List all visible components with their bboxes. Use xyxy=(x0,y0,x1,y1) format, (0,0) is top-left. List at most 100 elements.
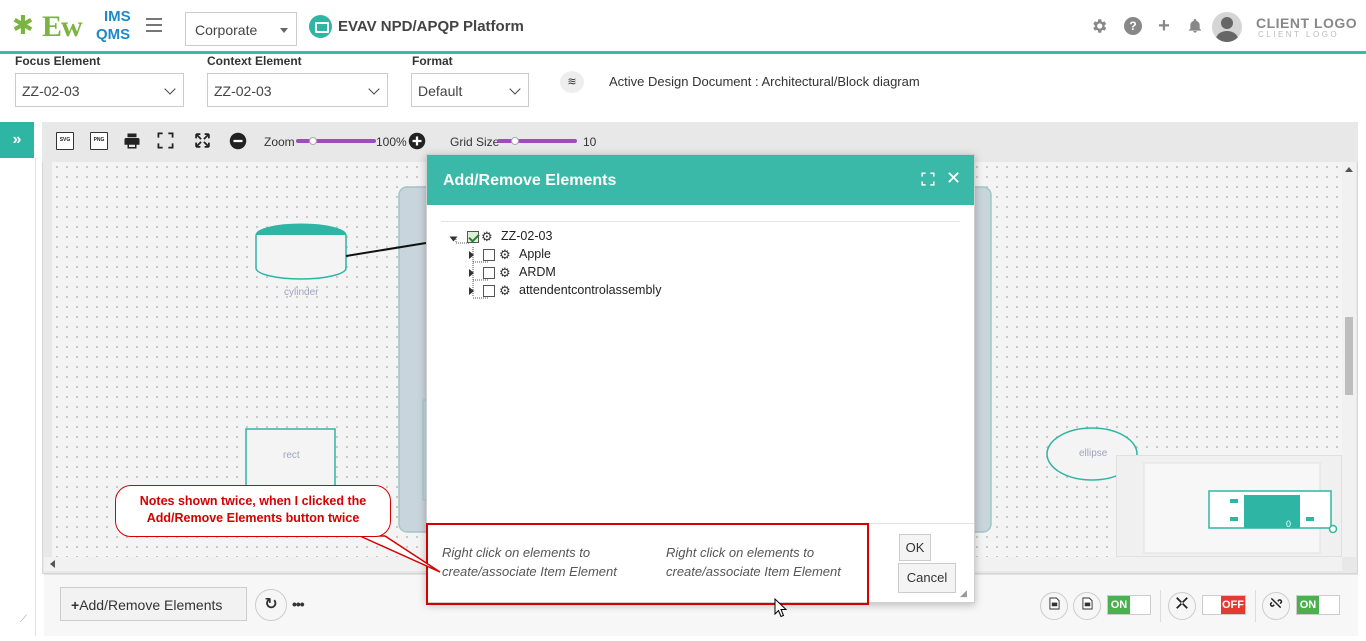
chevron-down-icon xyxy=(368,83,380,95)
tree-node-checkbox[interactable] xyxy=(483,285,495,297)
organization-select[interactable]: Corporate xyxy=(185,12,297,46)
tree-node-label: attendentcontrolassembly xyxy=(519,283,662,297)
gear-icon[interactable] xyxy=(1090,17,1108,35)
bell-icon[interactable] xyxy=(1186,17,1204,35)
resize-handle-icon[interactable]: ⟋ xyxy=(20,614,27,625)
tree-node-checkbox[interactable] xyxy=(467,231,479,243)
refresh-icon[interactable]: ↻ xyxy=(255,589,287,621)
context-element-value: ZZ-02-03 xyxy=(214,83,272,99)
sidebar-expand-button[interactable]: » xyxy=(0,122,34,158)
vertical-scroll-thumb[interactable] xyxy=(1345,317,1353,395)
maximize-icon[interactable] xyxy=(921,172,935,186)
tree-expand-icon[interactable] xyxy=(469,287,474,295)
dialog-title: Add/Remove Elements xyxy=(443,172,617,189)
toggle-1[interactable]: ON xyxy=(1107,595,1151,615)
footer-divider xyxy=(1160,590,1161,622)
minimap-resize-handle[interactable] xyxy=(1328,524,1338,534)
organization-select-value: Corporate xyxy=(195,22,258,38)
unlink-icon[interactable] xyxy=(1262,592,1290,620)
tree-expand-icon[interactable] xyxy=(469,269,474,277)
tree-expand-icon[interactable] xyxy=(469,251,474,259)
format-dropdown[interactable]: Default xyxy=(411,73,529,107)
fit-screen-icon[interactable] xyxy=(157,132,175,150)
annotation-callout: Notes shown twice, when I clicked the Ad… xyxy=(115,485,391,537)
grid-size-value: 10 xyxy=(583,135,597,149)
annotation-highlight-box xyxy=(426,523,869,605)
toggle-1-state: ON xyxy=(1108,596,1130,614)
tree-node-label: ARDM xyxy=(519,265,556,279)
rect-label: rect xyxy=(283,450,300,461)
expand-icon[interactable] xyxy=(194,132,212,150)
tree-node-checkbox[interactable] xyxy=(483,267,495,279)
export-doc-icon[interactable] xyxy=(1040,592,1068,620)
menu-hamburger-icon[interactable] xyxy=(146,18,162,32)
focus-element-value: ZZ-02-03 xyxy=(22,83,80,99)
client-logo-subtext: CLIENT LOGO xyxy=(1258,30,1340,39)
flower-logo-icon: ✱ xyxy=(12,10,34,40)
format-label: Format xyxy=(412,54,453,68)
element-tree xyxy=(441,221,960,222)
minimap-value: 0 xyxy=(1286,519,1292,529)
logo-ims-text: IMS xyxy=(104,8,131,25)
chevron-down-icon xyxy=(164,83,176,95)
monitor-icon xyxy=(309,15,332,38)
vertical-scrollbar[interactable] xyxy=(1342,162,1356,557)
toggle-3-state: ON xyxy=(1297,596,1319,614)
tree-node-checkbox[interactable] xyxy=(483,249,495,261)
print-icon[interactable] xyxy=(123,132,141,150)
plus-icon: + xyxy=(71,597,80,613)
import-doc-icon[interactable] xyxy=(1073,592,1101,620)
zoom-slider-handle[interactable] xyxy=(309,137,317,145)
gears-icon: ⚙ xyxy=(499,283,511,298)
mouse-cursor-icon xyxy=(774,598,788,618)
grid-size-slider-handle[interactable] xyxy=(511,137,519,145)
client-logo: CLIENT LOGO xyxy=(1256,15,1358,31)
zoom-slider[interactable] xyxy=(296,139,376,143)
zoom-out-icon[interactable] xyxy=(229,132,247,150)
app-logo[interactable]: ✱ Ew IMS QMS xyxy=(12,6,132,46)
zoom-value: 100% xyxy=(376,135,407,149)
resize-grip-icon[interactable]: ◢ xyxy=(960,588,967,599)
platform-title: EVAV NPD/APQP Platform xyxy=(338,18,524,35)
chevron-down-icon xyxy=(509,83,521,95)
context-element-dropdown[interactable]: ZZ-02-03 xyxy=(207,73,388,107)
more-options-icon[interactable]: ••• xyxy=(292,596,305,612)
focus-element-dropdown[interactable]: ZZ-02-03 xyxy=(15,73,184,107)
cylinder-body[interactable] xyxy=(255,235,347,280)
tools-icon[interactable] xyxy=(1168,592,1196,620)
tree-collapse-icon[interactable] xyxy=(449,236,458,242)
close-icon[interactable]: ✕ xyxy=(946,168,961,189)
toggle-2-state: OFF xyxy=(1221,596,1245,614)
png-export-icon[interactable]: PNG xyxy=(90,132,108,150)
footer-divider xyxy=(1255,590,1256,622)
logo-qms-text: QMS xyxy=(96,26,131,43)
grid-size-label: Grid Size xyxy=(450,135,500,149)
add-remove-elements-button[interactable]: +Add/Remove Elements xyxy=(60,587,247,621)
minimap-preview xyxy=(1143,462,1338,554)
format-value: Default xyxy=(418,83,463,99)
grid-size-slider[interactable] xyxy=(497,139,577,143)
help-icon[interactable]: ? xyxy=(1124,17,1142,35)
ok-button[interactable]: OK xyxy=(899,534,931,561)
callout-pointer xyxy=(359,535,441,573)
scroll-up-icon[interactable] xyxy=(1345,167,1353,172)
context-element-label: Context Element xyxy=(207,54,302,68)
svg-export-icon[interactable]: SVG xyxy=(56,132,74,150)
cancel-button[interactable]: Cancel xyxy=(898,563,956,593)
toggle-2[interactable]: OFF xyxy=(1202,595,1246,615)
zoom-label: Zoom xyxy=(264,135,295,149)
active-design-document: Active Design Document : Architectural/B… xyxy=(609,74,920,89)
zoom-in-icon[interactable] xyxy=(408,132,426,150)
toggle-3[interactable]: ON xyxy=(1296,595,1340,615)
gears-icon: ⚙ xyxy=(481,229,493,244)
left-rail xyxy=(0,158,36,636)
layers-icon[interactable]: ≋ xyxy=(560,71,584,93)
plus-icon[interactable]: + xyxy=(1155,16,1173,36)
focus-element-label: Focus Element xyxy=(15,54,101,68)
dialog-header: Add/Remove Elements ✕ xyxy=(427,155,974,205)
tree-node-label: Apple xyxy=(519,247,551,261)
ellipse-label: ellipse xyxy=(1079,448,1108,459)
add-remove-elements-label: Add/Remove Elements xyxy=(79,597,223,613)
user-avatar[interactable] xyxy=(1212,12,1242,42)
scroll-left-icon[interactable] xyxy=(50,560,55,568)
